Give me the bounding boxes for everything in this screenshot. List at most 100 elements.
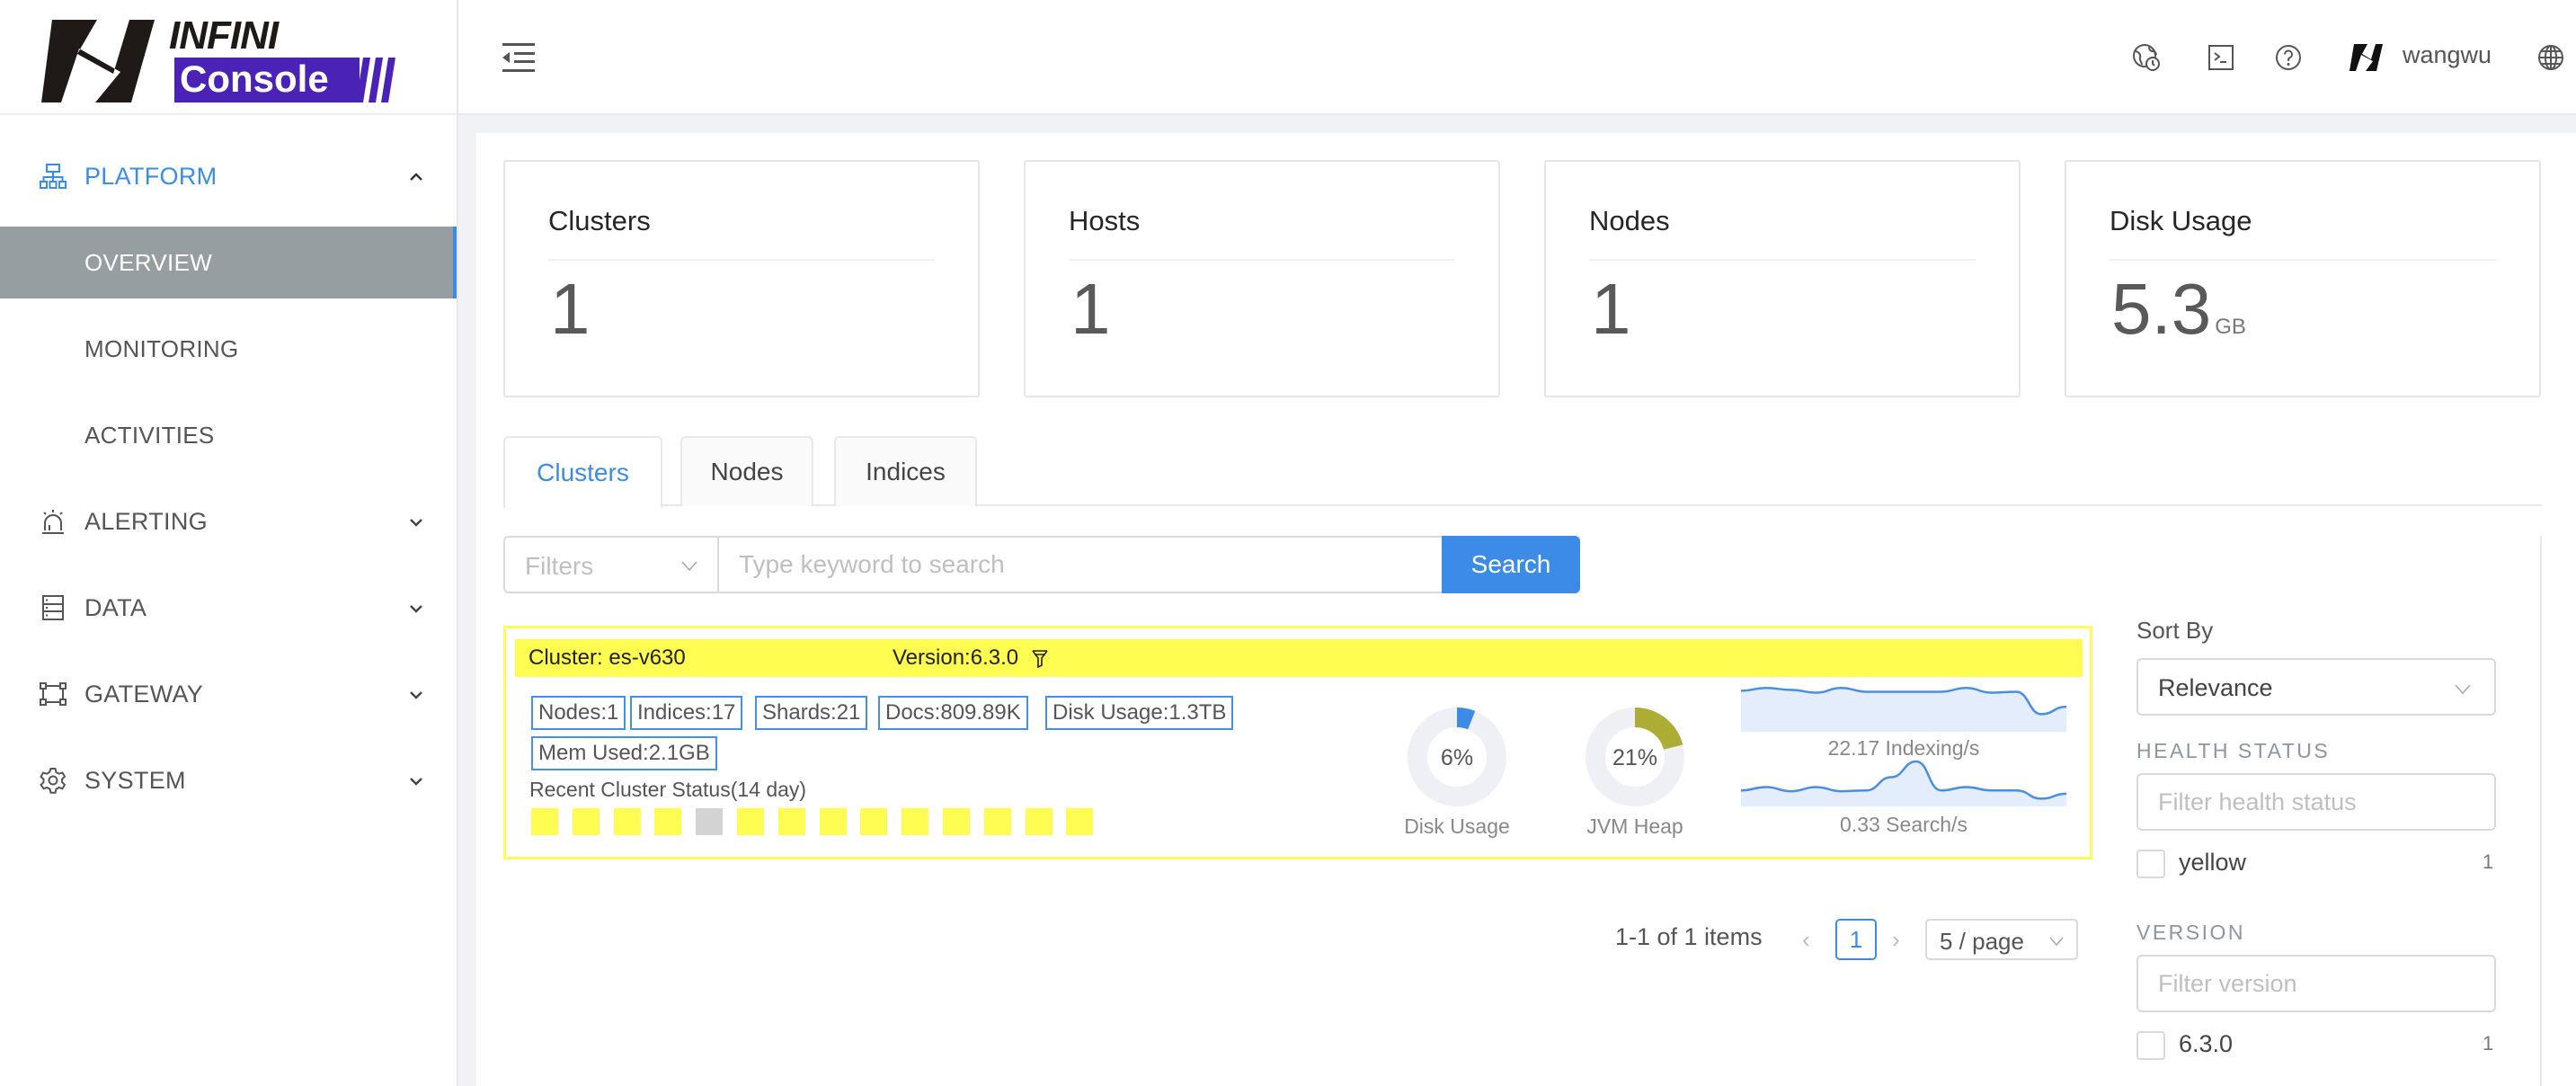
cluster-version: Version:6.3.0 [893, 645, 1019, 670]
tab-clusters[interactable]: Clusters [503, 436, 662, 508]
language-globe-icon[interactable] [2536, 43, 2565, 72]
version-6-3-0-checkbox[interactable] [2136, 1031, 2165, 1060]
sidebar-group-gateway[interactable]: GATEWAY [0, 651, 457, 737]
infini-logo-mark-icon [41, 20, 155, 102]
status-day-yellow[interactable] [1066, 808, 1094, 835]
version-filter-input[interactable] [2136, 955, 2496, 1012]
divider [1589, 259, 1976, 261]
gauge-arc [1456, 708, 1476, 730]
status-day-yellow[interactable] [777, 808, 805, 835]
sidebar-item-label: ACTIVITIES [84, 421, 215, 449]
disk-usage-gauge-label: Disk Usage [1404, 814, 1510, 838]
status-day-yellow[interactable] [572, 808, 600, 835]
menu-fold-icon[interactable] [502, 41, 536, 74]
pagination-prev-button[interactable]: ‹ [1802, 926, 1810, 954]
chevron-down-icon [2455, 684, 2471, 695]
indexing-sparkline [1741, 687, 2066, 732]
status-day-yellow[interactable] [1025, 808, 1053, 835]
stat-card-disk-usage: Disk Usage 5.3 GB [2065, 160, 2541, 397]
sidebar-item-overview[interactable]: OVERVIEW [0, 227, 457, 298]
status-day-yellow[interactable] [860, 808, 888, 835]
filters-select[interactable]: Filters [503, 536, 719, 593]
status-day-yellow[interactable] [613, 808, 641, 835]
chevron-up-icon [410, 173, 422, 181]
health-status-heading: HEALTH STATUS [2136, 739, 2331, 762]
stat-title: Hosts [1069, 205, 1141, 236]
stat-card-nodes: Nodes 1 [1544, 160, 2021, 397]
logo-text-bottom: Console [180, 58, 329, 100]
logo[interactable]: INFINI Console [0, 0, 457, 115]
sidebar-group-data[interactable]: DATA [0, 565, 457, 651]
status-day-yellow[interactable] [654, 808, 682, 835]
divider [548, 259, 935, 261]
tab-indices[interactable]: Indices [834, 436, 977, 506]
sidebar-group-label: DATA [84, 593, 147, 621]
gateway-icon [40, 682, 67, 706]
pagination-page-1[interactable]: 1 [1835, 919, 1877, 960]
health-status-filter-input[interactable] [2136, 773, 2496, 831]
sidebar-item-label: OVERVIEW [84, 248, 213, 276]
status-day-yellow[interactable] [902, 808, 929, 835]
status-day-gray[interactable] [696, 808, 724, 835]
sidebar-group-system[interactable]: SYSTEM [0, 737, 457, 823]
sidebar-group-alerting[interactable]: ALERTING [0, 478, 457, 565]
sidebar-item-label: MONITORING [84, 334, 239, 362]
sidebar-group-platform[interactable]: PLATFORM [0, 133, 457, 219]
stat-title: Clusters [548, 205, 651, 236]
search-button[interactable]: Search [1442, 536, 1580, 593]
chevron-down-icon [681, 561, 697, 572]
stat-value: 1 [1070, 270, 1115, 349]
page-size-select[interactable]: 5 / page [1925, 919, 2078, 960]
sidebar-group-label: GATEWAY [84, 680, 204, 708]
search-input[interactable] [717, 536, 1443, 593]
cluster-list-item[interactable]: Cluster: es-v630 Version:6.3.0 Nodes:1 I… [503, 626, 2092, 859]
tab-nodes[interactable]: Nodes [680, 436, 813, 506]
filters-placeholder: Filters [525, 552, 594, 580]
search-sparkline [1741, 760, 2066, 806]
stat-value: 1 [550, 270, 594, 349]
sidebar-item-activities[interactable]: ACTIVITIES [0, 399, 457, 471]
health-option-count: 1 [2483, 850, 2494, 873]
stat-title: Nodes [1589, 205, 1670, 236]
page-size-value: 5 / page [1940, 928, 2024, 955]
indexing-rate-label: 22.17 Indexing/s [1827, 736, 1980, 760]
metric-tag-disk-usage: Disk Usage:1.3TB [1045, 696, 1234, 730]
status-day-yellow[interactable] [943, 808, 970, 835]
filter-icon[interactable] [1032, 650, 1048, 668]
version-heading: VERSION [2136, 921, 2246, 944]
help-icon[interactable] [2274, 43, 2303, 72]
status-day-yellow[interactable] [819, 808, 847, 835]
stat-number: 5.3 [2111, 269, 2212, 349]
metric-tag-shards: Shards:21 [755, 696, 868, 730]
health-option-label[interactable]: yellow [2179, 849, 2246, 877]
sort-by-select[interactable]: Relevance [2136, 658, 2496, 716]
stat-title: Disk Usage [2110, 205, 2252, 236]
status-day-yellow[interactable] [737, 808, 764, 835]
global-clock-icon[interactable] [2132, 43, 2161, 72]
status-day-yellow[interactable] [531, 808, 558, 835]
metric-tag-docs: Docs:809.89K [878, 696, 1028, 730]
cluster-header-bar: Cluster: es-v630 Version:6.3.0 [515, 639, 2083, 677]
sidebar-group-label: ALERTING [84, 507, 208, 535]
divider [1069, 259, 1455, 261]
gear-icon [40, 768, 67, 794]
logo-stripes-icon [356, 58, 395, 102]
sidebar-item-monitoring[interactable]: MONITORING [0, 313, 457, 385]
stat-number: 1 [550, 269, 591, 349]
metric-tag-indices: Indices:17 [630, 696, 743, 730]
sidebar-group-label: SYSTEM [84, 766, 186, 794]
filter-panel-divider [2540, 536, 2542, 1086]
cluster-name[interactable]: Cluster: es-v630 [529, 645, 686, 671]
health-yellow-checkbox[interactable] [2136, 850, 2165, 878]
version-option-label[interactable]: 6.3.0 [2179, 1030, 2233, 1058]
metric-tag-mem-used: Mem Used:2.1GB [531, 736, 717, 770]
stat-card-clusters: Clusters 1 [503, 160, 980, 397]
user-avatar-icon[interactable] [2349, 43, 2384, 72]
username[interactable]: wangwu [2403, 41, 2492, 69]
terminal-icon[interactable] [2207, 43, 2235, 72]
logo-text-top: INFINI [169, 13, 279, 58]
status-day-yellow[interactable] [983, 808, 1011, 835]
pagination-next-button[interactable]: › [1892, 926, 1900, 954]
pagination-total: 1-1 of 1 items [1615, 923, 1763, 950]
sort-by-label: Sort By [2136, 617, 2214, 644]
